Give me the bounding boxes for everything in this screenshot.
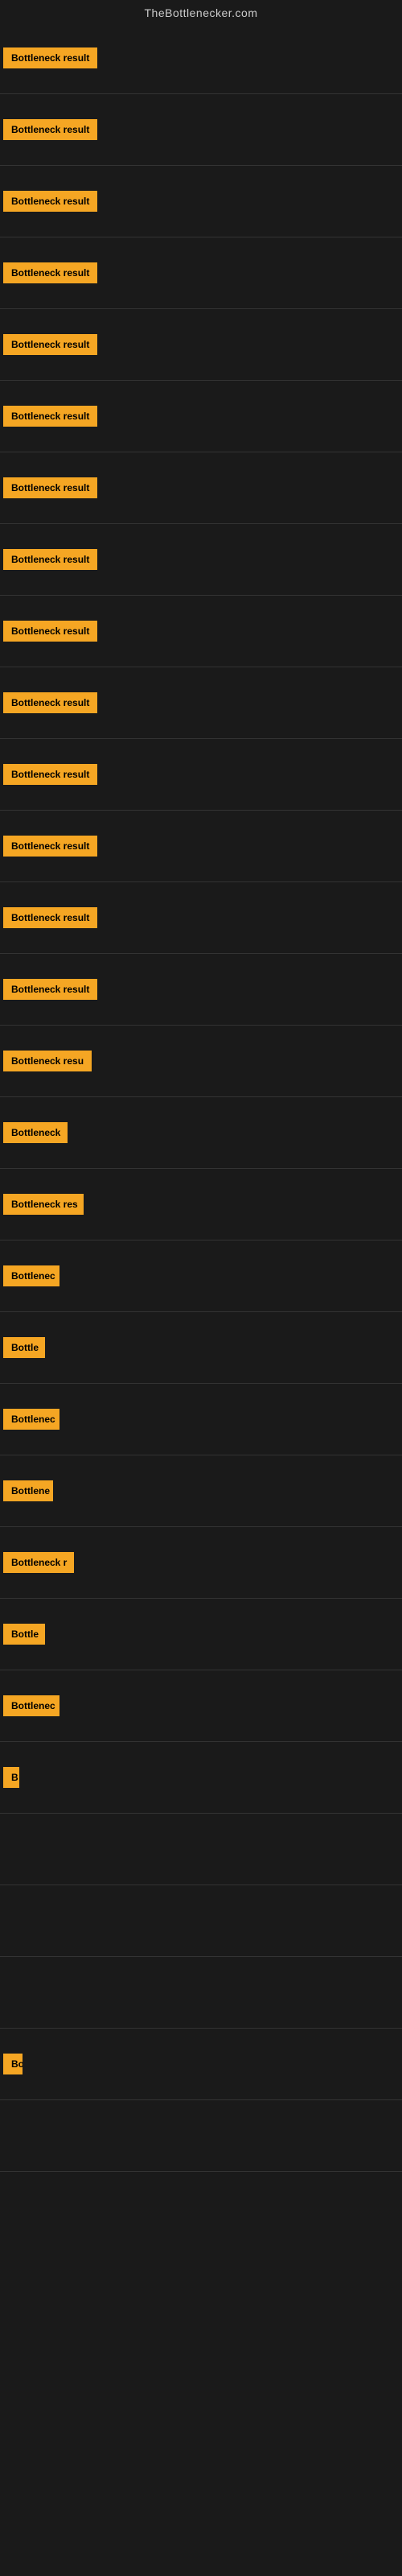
bottleneck-badge: B [3, 1767, 19, 1788]
list-item[interactable] [0, 1814, 402, 1885]
list-item[interactable]: Bottleneck result [0, 954, 402, 1025]
bottleneck-badge: Bottlenec [3, 1695, 59, 1716]
list-item[interactable]: Bottleneck result [0, 309, 402, 380]
bottleneck-badge: Bottleneck result [3, 119, 97, 140]
site-title-container: TheBottlenecker.com [0, 0, 402, 23]
list-item[interactable]: Bottlenec [0, 1241, 402, 1311]
site-title: TheBottlenecker.com [0, 0, 402, 23]
list-item[interactable]: Bottleneck result [0, 166, 402, 237]
bottleneck-badge: Bottleneck result [3, 549, 97, 570]
list-item[interactable]: Bottleneck result [0, 811, 402, 881]
list-item[interactable]: Bottleneck result [0, 524, 402, 595]
bottleneck-badge: Bottleneck r [3, 1552, 74, 1573]
bottleneck-badge: Bottleneck result [3, 764, 97, 785]
list-item[interactable]: Bottleneck result [0, 452, 402, 523]
list-item[interactable] [0, 1957, 402, 2028]
bottleneck-badge: Bo [3, 2054, 23, 2074]
bottleneck-badge: Bottleneck result [3, 477, 97, 498]
bottleneck-badge: Bottlenec [3, 1409, 59, 1430]
bottleneck-badge: Bottleneck result [3, 262, 97, 283]
bottleneck-badge: Bottleneck result [3, 979, 97, 1000]
list-item[interactable]: Bottle [0, 1599, 402, 1670]
bottleneck-badge: Bottleneck result [3, 406, 97, 427]
list-item[interactable]: Bottleneck result [0, 739, 402, 810]
bottleneck-badge: Bottleneck result [3, 692, 97, 713]
list-item[interactable]: Bottleneck result [0, 882, 402, 953]
bottleneck-badge: Bottle [3, 1624, 45, 1645]
list-item[interactable] [0, 1885, 402, 1956]
bottleneck-badge: Bottlenec [3, 1265, 59, 1286]
list-item[interactable]: Bottleneck r [0, 1527, 402, 1598]
bottleneck-badge: Bottleneck result [3, 191, 97, 212]
bottleneck-badge: Bottleneck [3, 1122, 68, 1143]
list-item[interactable]: Bottlenec [0, 1384, 402, 1455]
bottleneck-badge: Bottlene [3, 1480, 53, 1501]
list-item[interactable]: Bottleneck result [0, 237, 402, 308]
list-item[interactable] [0, 2172, 402, 2243]
list-item[interactable]: Bottleneck result [0, 667, 402, 738]
bottleneck-badge: Bottle [3, 1337, 45, 1358]
bottleneck-badge: Bottleneck resu [3, 1051, 92, 1071]
list-item[interactable]: Bottlenec [0, 1670, 402, 1741]
bottleneck-badge: Bottleneck result [3, 47, 97, 68]
bottleneck-badge: Bottleneck result [3, 836, 97, 857]
list-item[interactable]: Bottleneck res [0, 1169, 402, 1240]
list-item[interactable]: Bottleneck result [0, 381, 402, 452]
list-item[interactable]: Bottleneck result [0, 596, 402, 667]
list-item[interactable] [0, 2100, 402, 2171]
bottleneck-badge: Bottleneck res [3, 1194, 84, 1215]
items-container: Bottleneck result Bottleneck result Bottle… [0, 23, 402, 2243]
bottleneck-badge: Bottleneck result [3, 621, 97, 642]
list-item[interactable]: Bo [0, 2029, 402, 2099]
list-item[interactable]: Bottleneck result [0, 94, 402, 165]
list-item[interactable]: Bottle [0, 1312, 402, 1383]
list-item[interactable]: B [0, 1742, 402, 1813]
bottleneck-badge: Bottleneck result [3, 334, 97, 355]
list-item[interactable]: Bottleneck resu [0, 1026, 402, 1096]
bottleneck-badge: Bottleneck result [3, 907, 97, 928]
list-item[interactable]: Bottleneck [0, 1097, 402, 1168]
list-item[interactable]: Bottlene [0, 1455, 402, 1526]
list-item[interactable]: Bottleneck result [0, 23, 402, 93]
